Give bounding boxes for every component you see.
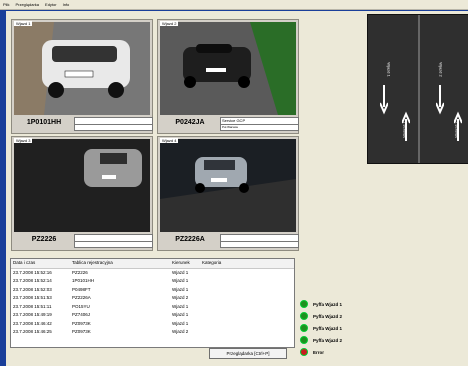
table-row[interactable]: 23.7.2008 15:52:16 PZ2226 Wjazd 1 [11, 269, 294, 278]
camera-title: Wjazd 1 [14, 21, 33, 26]
camera-panel-1: Wjazd 1 1P0101HH [11, 19, 153, 134]
status-dot-icon [300, 300, 308, 308]
direction-cell: Wjazd 1 [172, 269, 189, 275]
menu-info[interactable]: Info [60, 2, 73, 7]
table-row[interactable]: 23.7.2008 15:52:14 1P0101HH Wjazd 1 [11, 277, 294, 286]
plate-cell: P0498FT [72, 286, 91, 292]
camera-panel-4: Wjazd 4 PZ2226A [157, 136, 299, 251]
datetime-cell: 23.7.2008 15:46:42 [13, 320, 52, 326]
legend-item: Pyffa Wjazd 2 [300, 310, 342, 322]
datetime-cell: 23.7.2008 15:52:03 [13, 286, 52, 292]
plate-cell: PO15YU [72, 303, 90, 309]
status-dot-icon [300, 336, 308, 344]
legend-label: Pyffa Wjazd 2 [313, 337, 343, 343]
status-dot-icon [300, 312, 308, 320]
camera-1-image [14, 22, 150, 115]
table-row[interactable]: 23.7.2008 15:49:19 PZ7406J Wjazd 1 [11, 311, 294, 320]
camera-title: Wjazd 3 [14, 138, 33, 143]
category-cell [200, 269, 292, 278]
menu-edytor[interactable]: Edytor [42, 2, 60, 7]
lane-label: Wyjazd 1 [401, 121, 407, 138]
table-row[interactable]: 23.7.2008 15:51:11 PO15YU Wjazd 1 [11, 303, 294, 312]
lane-label: Wyjazd 2 [453, 121, 459, 138]
datetime-cell: 23.7.2008 15:51:11 [13, 303, 52, 309]
legend-label: Error [313, 349, 325, 355]
plate-cell: PZ0973K [72, 320, 91, 326]
lane-label: Wjazd 1 [386, 62, 392, 77]
datetime-cell: 23.7.2008 15:49:19 [13, 312, 52, 317]
direction-cell: Wjazd 1 [172, 312, 189, 317]
camera-subinfo [74, 124, 153, 131]
legend-item: Pyffa Wjazd 1 [300, 298, 342, 310]
plate-display: P0242JA [175, 119, 205, 126]
category-cell [200, 294, 292, 303]
header-direction[interactable]: Kierunek [170, 259, 200, 268]
direction-cell: Wjazd 2 [172, 295, 189, 300]
menu-przegladarka[interactable]: Przeglądarka [12, 2, 42, 7]
camera-subinfo [220, 241, 299, 248]
lane-divider [418, 15, 420, 163]
plate-display: PZ2226A [175, 236, 205, 243]
traffic-lane-diagram: Wjazd 1 Wjazd 2 Wyjazd 1 Wyjazd 2 [367, 14, 468, 164]
camera-title: Wjazd 4 [160, 138, 179, 143]
plate-cell: 1P0101HH [72, 278, 95, 283]
camera-2-image [160, 22, 296, 115]
menu-bar: Plik Przeglądarka Edytor Info [0, 0, 468, 10]
legend-item: Error [300, 346, 342, 358]
camera-panel-3: Wjazd 3 PZ2226 [11, 136, 153, 251]
status-dot-icon [300, 324, 308, 332]
category-cell [200, 286, 292, 295]
direction-cell: Wjazd 1 [172, 303, 189, 309]
lane-label: Wjazd 2 [438, 62, 444, 77]
datetime-cell: 23.7.2008 15:46:25 [13, 329, 52, 334]
plate-display: 1P0101HH [26, 119, 62, 126]
status-dot-icon [300, 348, 308, 356]
legend-item: Pyffa Wjazd 2 [300, 334, 342, 346]
arrow-down-icon [380, 85, 388, 115]
camera-subinfo: Pol.Warsaw [220, 124, 299, 131]
category-cell [200, 277, 292, 286]
category-cell [200, 311, 292, 320]
datetime-cell: 23.7.2008 15:52:14 [13, 278, 52, 283]
direction-cell: Wjazd 1 [172, 286, 189, 292]
legend-label: Pyffa Wjazd 1 [313, 301, 343, 307]
browser-button[interactable]: Przeglądarka [Ctrl+P] [209, 348, 287, 359]
plate-cell: PZ2226 [72, 269, 88, 275]
table-row[interactable]: 23.7.2008 15:51:53 PZ2226A Wjazd 2 [11, 294, 294, 303]
direction-cell: Wjazd 1 [172, 320, 189, 326]
category-cell [200, 328, 292, 337]
table-row[interactable]: 23.7.2008 15:46:25 PZ0973K Wjazd 2 [11, 328, 294, 337]
header-category[interactable]: Kategoria [200, 259, 292, 268]
legend-label: Pyffa Wjazd 2 [313, 313, 343, 319]
header-datetime[interactable]: Data i czas [11, 259, 70, 268]
datetime-cell: 23.7.2008 15:51:53 [13, 295, 52, 300]
events-table: Data i czas Tablica rejestracyjna Kierun… [10, 258, 295, 348]
table-header: Data i czas Tablica rejestracyjna Kierun… [11, 259, 294, 269]
camera-3-image [14, 139, 150, 232]
category-cell [200, 320, 292, 329]
category-cell [200, 303, 292, 312]
plate-cell: PZ7406J [72, 312, 91, 317]
status-legend: Pyffa Wjazd 1 Pyffa Wjazd 2 Pyffa Wjazd … [300, 298, 342, 358]
plate-cell: PZ0973K [72, 329, 91, 334]
camera-panel-2: Wjazd 2 P0242JA Service GCP Pol.Warsaw [157, 19, 299, 134]
table-row[interactable]: 23.7.2008 15:52:03 P0498FT Wjazd 1 [11, 286, 294, 295]
plate-display: PZ2226 [31, 236, 57, 243]
legend-label: Pyffa Wjazd 1 [313, 325, 343, 331]
plate-cell: PZ2226A [72, 295, 91, 300]
header-plate[interactable]: Tablica rejestracyjna [70, 259, 170, 268]
legend-item: Pyffa Wjazd 1 [300, 322, 342, 334]
camera-subinfo [74, 241, 153, 248]
menu-plik[interactable]: Plik [0, 2, 12, 7]
camera-title: Wjazd 2 [160, 21, 179, 26]
table-row[interactable]: 23.7.2008 15:46:42 PZ0973K Wjazd 1 [11, 320, 294, 329]
direction-cell: Wjazd 2 [172, 329, 189, 334]
datetime-cell: 23.7.2008 15:52:16 [13, 269, 52, 275]
direction-cell: Wjazd 1 [172, 278, 189, 283]
camera-4-image [160, 139, 296, 232]
arrow-down-icon [436, 85, 444, 115]
